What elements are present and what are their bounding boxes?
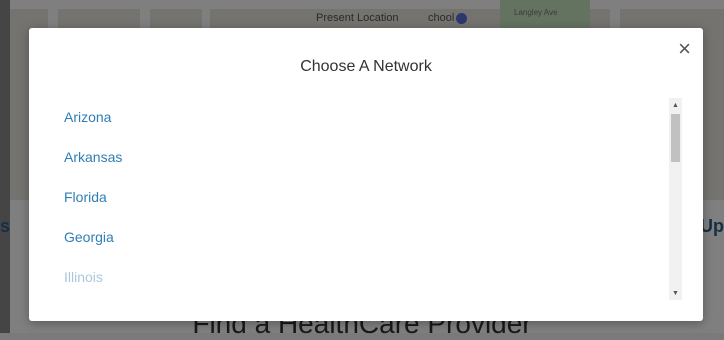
modal-title: Choose A Network: [300, 58, 432, 75]
network-item-label: Georgia: [64, 229, 114, 245]
network-item-georgia[interactable]: Georgia: [29, 217, 684, 257]
network-list: Arizona Arkansas Florida Georgia Illinoi…: [29, 97, 684, 297]
list-scrollbar[interactable]: ▲ ▼: [669, 98, 682, 300]
scroll-up-arrow-icon[interactable]: ▲: [669, 98, 682, 112]
network-item-arizona[interactable]: Arizona: [29, 97, 684, 137]
network-item-label: Arkansas: [64, 149, 123, 165]
choose-network-modal: × Choose A Network Arizona Arkansas Flor…: [29, 28, 703, 321]
network-item-illinois[interactable]: Illinois: [29, 257, 684, 297]
network-item-label: Florida: [64, 189, 107, 205]
network-item-florida[interactable]: Florida: [29, 177, 684, 217]
network-item-label: Illinois: [64, 269, 103, 285]
network-item-label: Arizona: [64, 109, 112, 125]
close-icon[interactable]: ×: [678, 38, 691, 60]
scrollbar-thumb[interactable]: [671, 114, 680, 162]
scroll-down-arrow-icon[interactable]: ▼: [669, 286, 682, 300]
network-item-arkansas[interactable]: Arkansas: [29, 137, 684, 177]
